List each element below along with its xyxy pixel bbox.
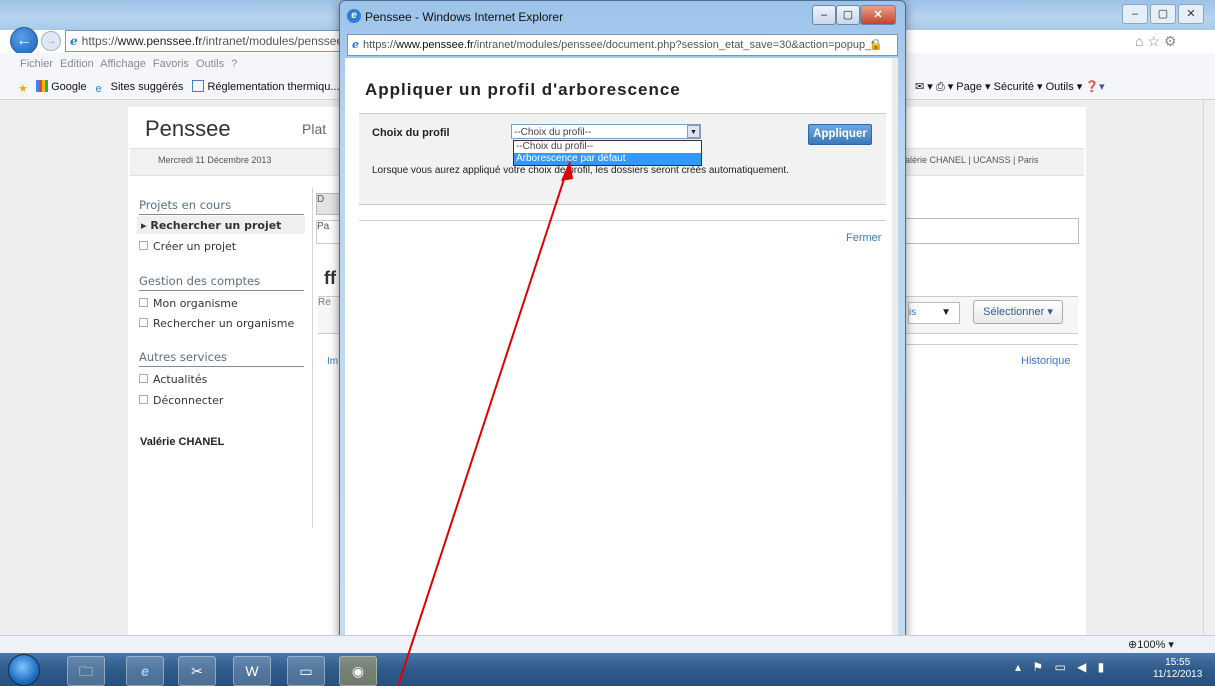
arrow-shaft <box>397 169 568 686</box>
arrow-head <box>561 160 573 181</box>
annotation-arrow <box>397 160 573 686</box>
